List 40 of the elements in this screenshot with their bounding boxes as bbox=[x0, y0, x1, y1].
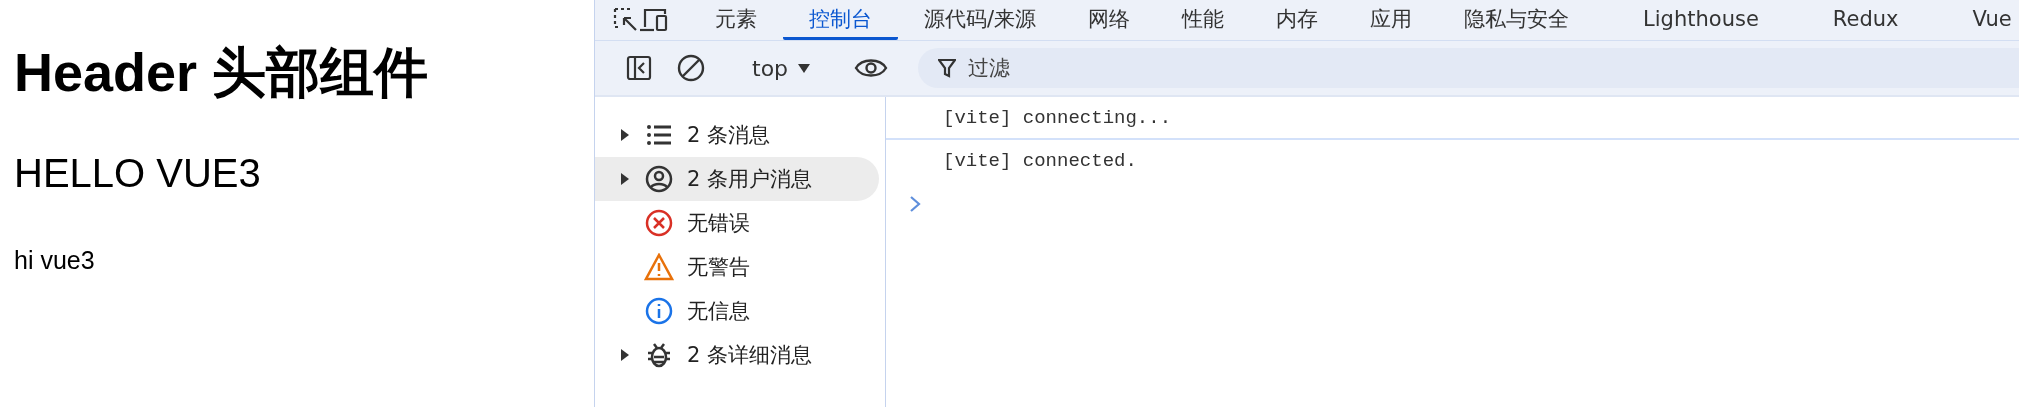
bug-icon bbox=[646, 341, 672, 369]
eye-icon[interactable] bbox=[854, 57, 889, 79]
devtools-tab[interactable]: Lighthouse bbox=[1617, 0, 1785, 40]
sidebar-toggle-icon[interactable] bbox=[626, 55, 652, 81]
error-icon bbox=[645, 209, 673, 237]
inspect-icon[interactable] bbox=[613, 7, 639, 33]
console-message: [vite] connected. bbox=[942, 148, 1138, 174]
filter-icon bbox=[938, 58, 957, 78]
page-text: hi vue3 bbox=[14, 245, 96, 275]
expand-arrow-icon[interactable] bbox=[619, 172, 631, 186]
devtools-tab[interactable]: 应用 bbox=[1344, 0, 1439, 40]
page-heading: Header 头部组件 bbox=[14, 41, 430, 104]
devtools-tab[interactable]: Vue bbox=[1946, 0, 2019, 40]
devtools-tab[interactable]: 元素 bbox=[689, 0, 783, 40]
sidebar-item[interactable]: 2 条用户消息 bbox=[595, 157, 879, 201]
info-icon bbox=[645, 297, 673, 325]
expand-arrow-icon[interactable] bbox=[619, 348, 631, 362]
devtools-tab[interactable]: 网络 bbox=[1062, 0, 1157, 40]
console-message: [vite] connecting... bbox=[886, 97, 2019, 140]
page-subheading: HELLO VUE3 bbox=[14, 150, 262, 196]
filter-field[interactable]: 过滤 bbox=[918, 48, 2019, 88]
sidebar-item[interactable]: 2 条详细消息 bbox=[595, 333, 879, 377]
clear-icon[interactable] bbox=[677, 54, 705, 82]
devtools-tab[interactable]: 内存 bbox=[1250, 0, 1345, 40]
caret-icon bbox=[798, 63, 811, 73]
sidebar-item[interactable]: 无错误 bbox=[595, 201, 879, 245]
expand-arrow-icon[interactable] bbox=[619, 128, 631, 142]
sidebar-item[interactable]: 无警告 bbox=[595, 245, 879, 289]
device-icon[interactable] bbox=[639, 7, 669, 33]
devtools-tab[interactable]: 源代码/来源 bbox=[898, 0, 1063, 40]
list-icon bbox=[646, 124, 672, 146]
devtools-tab[interactable]: 隐私与安全 bbox=[1438, 0, 1596, 40]
prompt-chevron-icon bbox=[908, 195, 922, 213]
user-icon bbox=[645, 165, 673, 193]
devtools-tab[interactable]: 性能 bbox=[1156, 0, 1251, 40]
context-dropdown[interactable]: top bbox=[738, 55, 825, 81]
sidebar-item[interactable]: 2 条消息 bbox=[595, 113, 879, 157]
devtools-tab[interactable]: Redux bbox=[1806, 0, 1925, 40]
warning-icon bbox=[644, 253, 674, 281]
sidebar-item[interactable]: 无信息 bbox=[595, 289, 879, 333]
